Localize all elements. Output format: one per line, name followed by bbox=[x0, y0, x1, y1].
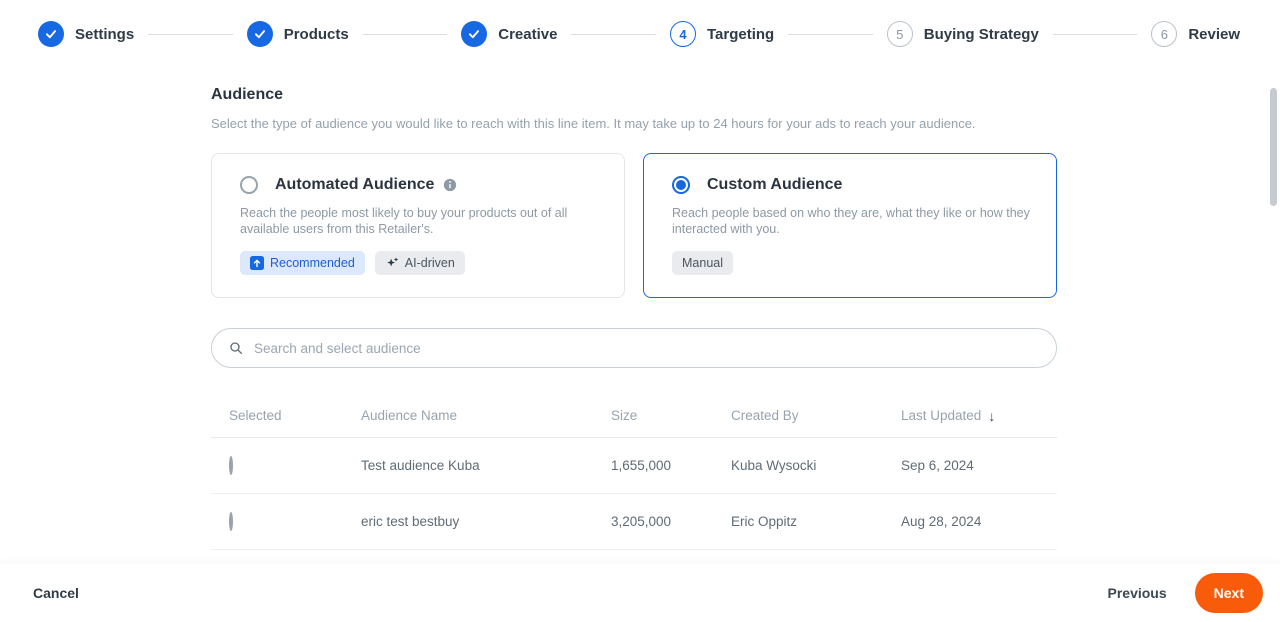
automated-audience-description: Reach the people most likely to buy your… bbox=[240, 206, 568, 237]
header-created-by: Created By bbox=[731, 408, 799, 423]
cell-audience-name: eric test bestbuy bbox=[361, 514, 460, 529]
cell-size: 3,205,000 bbox=[611, 514, 672, 529]
wizard-stepper: Settings Products Creative 4 Targeting 5… bbox=[0, 0, 1280, 68]
wizard-footer: Cancel Previous Next bbox=[0, 564, 1280, 622]
cell-created-by: Kuba Wysocki bbox=[731, 458, 817, 473]
cancel-button[interactable]: Cancel bbox=[33, 585, 79, 601]
vertical-scrollbar[interactable] bbox=[1270, 88, 1277, 206]
audience-section: Audience Select the type of audience you… bbox=[211, 86, 1057, 550]
manual-badge: Manual bbox=[672, 250, 733, 275]
audience-table: Selected Audience Name Size Created By L… bbox=[211, 394, 1057, 550]
recommended-icon bbox=[250, 255, 264, 270]
step-buying-strategy[interactable]: 5 Buying Strategy bbox=[886, 21, 1039, 47]
custom-audience-card[interactable]: Custom Audience Reach people based on wh… bbox=[643, 153, 1057, 298]
sort-descending-icon: ↓ bbox=[988, 407, 996, 424]
audience-search bbox=[211, 328, 1057, 368]
cell-last-updated: Aug 28, 2024 bbox=[901, 514, 982, 529]
custom-audience-title: Custom Audience bbox=[707, 176, 843, 193]
step-label: Creative bbox=[498, 25, 558, 43]
step-label: Review bbox=[1188, 25, 1241, 43]
step-label: Targeting bbox=[707, 25, 775, 43]
search-icon bbox=[228, 340, 244, 356]
step-connector bbox=[571, 33, 656, 35]
ai-sparkle-icon bbox=[385, 256, 399, 270]
step-settings[interactable]: Settings bbox=[38, 21, 134, 47]
info-icon[interactable] bbox=[443, 178, 457, 192]
step-products[interactable]: Products bbox=[246, 21, 349, 47]
header-last-updated[interactable]: Last Updated ↓ bbox=[901, 408, 1057, 424]
step-label: Products bbox=[283, 25, 349, 43]
search-input[interactable] bbox=[254, 340, 1040, 356]
automated-audience-card[interactable]: Automated Audience Reach the people most… bbox=[211, 153, 625, 298]
section-description: Select the type of audience you would li… bbox=[211, 116, 976, 131]
custom-audience-description: Reach people based on who they are, what… bbox=[672, 206, 1030, 237]
check-icon bbox=[38, 21, 64, 47]
check-icon bbox=[461, 21, 488, 47]
step-number: 4 bbox=[670, 21, 696, 47]
check-icon bbox=[246, 21, 273, 47]
page-title: Audience bbox=[211, 86, 284, 103]
step-creative[interactable]: Creative bbox=[461, 21, 557, 47]
table-row[interactable]: Test audience Kuba 1,655,000 Kuba Wysock… bbox=[211, 438, 1057, 494]
automated-audience-title: Automated Audience bbox=[275, 176, 435, 193]
step-connector bbox=[148, 33, 233, 35]
step-review[interactable]: 6 Review bbox=[1151, 21, 1240, 47]
step-number: 6 bbox=[1151, 21, 1178, 47]
step-targeting[interactable]: 4 Targeting bbox=[670, 21, 774, 47]
step-label: Buying Strategy bbox=[923, 25, 1039, 43]
row-radio[interactable] bbox=[229, 512, 233, 531]
next-button[interactable]: Next bbox=[1194, 573, 1263, 613]
step-number: 5 bbox=[886, 21, 913, 47]
step-connector bbox=[788, 33, 873, 35]
cell-size: 1,655,000 bbox=[611, 458, 672, 473]
recommended-badge: Recommended bbox=[240, 250, 365, 275]
step-connector bbox=[1052, 33, 1138, 35]
custom-audience-radio[interactable] bbox=[672, 176, 690, 194]
header-selected: Selected bbox=[229, 408, 282, 423]
cell-last-updated: Sep 6, 2024 bbox=[901, 458, 974, 473]
cell-audience-name: Test audience Kuba bbox=[361, 458, 480, 473]
step-connector bbox=[362, 33, 448, 35]
step-label: Settings bbox=[75, 25, 135, 43]
row-radio[interactable] bbox=[229, 456, 233, 475]
ai-driven-badge: AI-driven bbox=[374, 250, 465, 275]
table-row[interactable]: eric test bestbuy 3,205,000 Eric Oppitz … bbox=[211, 494, 1057, 550]
header-audience-name: Audience Name bbox=[361, 408, 458, 423]
header-size: Size bbox=[611, 408, 638, 423]
previous-button[interactable]: Previous bbox=[1108, 585, 1167, 601]
automated-audience-radio[interactable] bbox=[240, 176, 258, 194]
cell-created-by: Eric Oppitz bbox=[731, 514, 798, 529]
table-header-row: Selected Audience Name Size Created By L… bbox=[211, 394, 1057, 438]
